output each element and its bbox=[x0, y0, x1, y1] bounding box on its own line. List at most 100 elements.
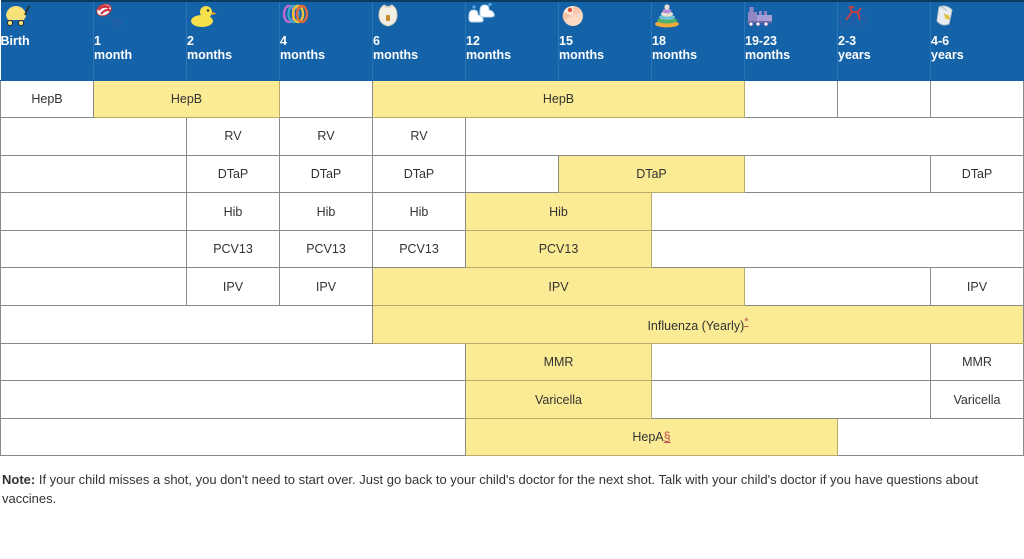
vaccine-cell-hib: Hib bbox=[186, 192, 280, 231]
vaccine-label: HepB bbox=[170, 91, 203, 106]
vaccine-cell-pcv13: PCV13 bbox=[372, 229, 466, 269]
beach-ball-icon bbox=[559, 2, 589, 32]
column-header-2-3-years: 2-3 years bbox=[837, 1, 931, 81]
vaccine-label: HepB bbox=[31, 91, 63, 106]
footnote-link-hepa[interactable]: § bbox=[664, 430, 671, 444]
empty-cell bbox=[651, 380, 931, 419]
column-header-line-2: months bbox=[373, 48, 419, 62]
rubber-duck-icon bbox=[187, 2, 217, 32]
column-header-line-1: 4-6 bbox=[931, 34, 950, 48]
vaccine-cell-rv: RV bbox=[279, 117, 373, 156]
vaccine-label: Varicella bbox=[534, 392, 582, 407]
vaccine-cell-hepb: HepB bbox=[93, 79, 280, 119]
table-row: MMR MMR bbox=[0, 342, 1024, 382]
column-header-line-1: 6 bbox=[373, 34, 380, 48]
column-header-label: 12 months bbox=[466, 34, 558, 62]
column-header-6-months: 6 months bbox=[372, 1, 466, 81]
empty-cell bbox=[837, 79, 931, 119]
empty-cell bbox=[0, 192, 187, 231]
baby-stroller-icon bbox=[1, 2, 31, 32]
vaccine-cell-hib: Hib bbox=[465, 192, 652, 231]
vaccine-label: DTaP bbox=[217, 166, 249, 181]
empty-cell bbox=[744, 267, 931, 307]
vaccine-cell-mmr: MMR bbox=[465, 342, 652, 382]
bib-icon bbox=[373, 2, 403, 32]
column-header-line-2: months bbox=[466, 48, 512, 62]
vaccine-label: MMR bbox=[543, 354, 574, 369]
empty-cell bbox=[651, 192, 1024, 231]
vaccine-label: Hib bbox=[223, 204, 243, 219]
rattle-icon bbox=[94, 2, 124, 32]
empty-cell bbox=[0, 117, 187, 156]
column-header-line-2: years bbox=[931, 48, 964, 62]
column-header-line-2: months bbox=[652, 48, 698, 62]
vaccine-cell-pcv13: PCV13 bbox=[279, 229, 373, 269]
column-header-label: 4-6 years bbox=[931, 34, 1024, 62]
column-header-line-1: 1 bbox=[94, 34, 101, 48]
vaccine-label: RV bbox=[224, 129, 242, 144]
vaccine-cell-dtap: DTaP bbox=[372, 154, 466, 194]
table-row: DTaP DTaP DTaP DTaP DTaP bbox=[0, 154, 1024, 194]
header-row: Birth 1 month 2 months 4 months 6 months 12 months… bbox=[0, 1, 1024, 81]
column-header-label: Birth bbox=[1, 34, 94, 48]
empty-cell bbox=[0, 305, 373, 344]
vaccine-cell-ipv: IPV bbox=[930, 267, 1024, 307]
column-header-15-months: 15 months bbox=[558, 1, 652, 81]
empty-cell bbox=[837, 417, 1024, 457]
vaccine-cell-dtap: DTaP bbox=[186, 154, 280, 194]
table-row: Hib Hib Hib Hib bbox=[0, 192, 1024, 231]
vaccine-label: PCV13 bbox=[213, 242, 253, 257]
table-row: Influenza (Yearly)* bbox=[0, 305, 1024, 344]
empty-cell bbox=[930, 79, 1024, 119]
empty-cell bbox=[744, 79, 838, 119]
vaccine-label: PCV13 bbox=[399, 242, 439, 257]
vaccine-label: IPV bbox=[315, 279, 337, 294]
empty-cell bbox=[0, 417, 466, 457]
empty-cell bbox=[0, 154, 187, 194]
column-header-line-2: years bbox=[838, 48, 871, 62]
vaccine-cell-mmr: MMR bbox=[930, 342, 1024, 382]
vaccine-cell-dtap: DTaP bbox=[558, 154, 745, 194]
vaccine-cell-varicella: Varicella bbox=[465, 380, 652, 419]
vaccine-label: Varicella bbox=[953, 392, 1001, 407]
table-row: PCV13 PCV13 PCV13 PCV13 bbox=[0, 229, 1024, 269]
vaccine-label: IPV bbox=[548, 279, 569, 294]
column-header-line-1: 4 bbox=[280, 34, 287, 48]
vaccine-cell-ipv: IPV bbox=[279, 267, 373, 307]
vaccine-cell-ipv: IPV bbox=[186, 267, 280, 307]
table-row: RV RV RV bbox=[0, 117, 1024, 156]
empty-cell bbox=[0, 342, 466, 382]
vaccine-label: Hib bbox=[409, 204, 429, 219]
vaccine-label: RV bbox=[410, 129, 428, 144]
vaccine-cell-rv: RV bbox=[372, 117, 466, 156]
vaccine-cell-hepa: HepA§ bbox=[465, 417, 838, 457]
column-header-birth: Birth bbox=[0, 1, 94, 81]
column-header-line-1: Birth bbox=[0, 34, 30, 48]
column-header-4-6-years: 4-6 years bbox=[930, 1, 1024, 81]
empty-cell bbox=[465, 154, 559, 194]
table-header: Birth 1 month 2 months 4 months 6 months 12 months… bbox=[0, 1, 1024, 81]
vaccine-label: PCV13 bbox=[306, 242, 346, 257]
vaccine-cell-rv: RV bbox=[186, 117, 280, 156]
column-header-label: 18 months bbox=[652, 34, 744, 62]
vaccine-label: DTaP bbox=[310, 166, 342, 181]
table-row: HepA§ bbox=[0, 417, 1024, 457]
vaccine-cell-dtap: DTaP bbox=[279, 154, 373, 194]
empty-cell bbox=[0, 229, 187, 269]
vaccine-label: HepB bbox=[542, 91, 575, 106]
vaccine-label: IPV bbox=[966, 279, 988, 294]
vaccine-cell-pcv13: PCV13 bbox=[186, 229, 280, 269]
footnote-link-influenza[interactable]: * bbox=[744, 316, 748, 328]
column-header-label: 6 months bbox=[373, 34, 465, 62]
column-header-line-2: months bbox=[280, 48, 326, 62]
vaccine-cell-hib: Hib bbox=[279, 192, 373, 231]
empty-cell bbox=[279, 79, 373, 119]
vaccine-cell-hepb: HepB bbox=[372, 79, 745, 119]
vaccine-cell-influenza: Influenza (Yearly)* bbox=[372, 305, 1024, 344]
vaccine-label: HepA bbox=[632, 430, 664, 445]
note-paragraph: Note: If your child misses a shot, you d… bbox=[2, 470, 1020, 508]
vaccine-label: MMR bbox=[962, 354, 992, 369]
column-header-line-2: month bbox=[94, 48, 133, 62]
column-header-line-2: months bbox=[187, 48, 233, 62]
vaccine-label: Influenza (Yearly) bbox=[647, 318, 745, 333]
